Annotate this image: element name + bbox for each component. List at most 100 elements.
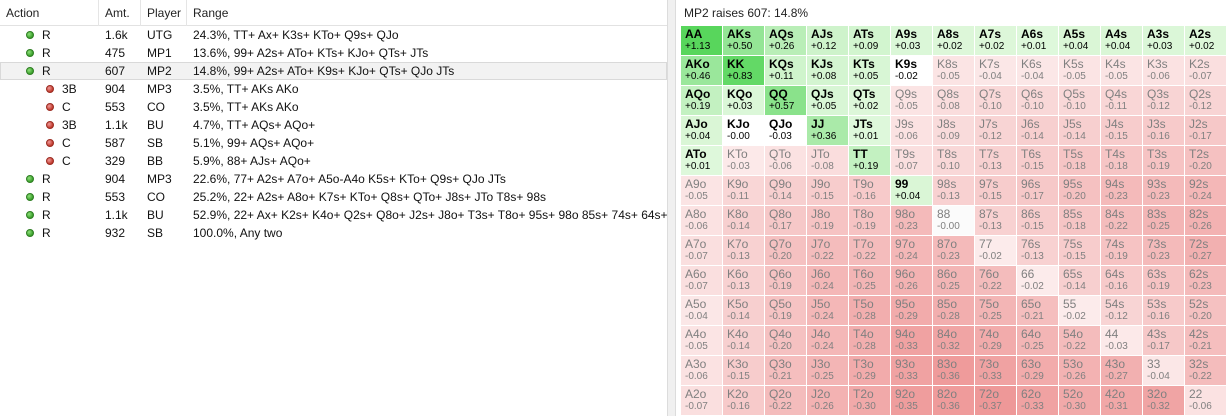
hand-cell[interactable]: T7s -0.13 [975, 146, 1017, 176]
hand-cell[interactable]: K4s -0.05 [1101, 56, 1143, 86]
hand-cell[interactable]: TT +0.19 [849, 146, 891, 176]
hand-cell[interactable]: Q8o -0.17 [765, 206, 807, 236]
hand-cell[interactable]: Q5o -0.19 [765, 296, 807, 326]
hand-cell[interactable]: KJo -0.00 [723, 116, 765, 146]
hand-cell[interactable]: T4o -0.28 [849, 326, 891, 356]
hand-cell[interactable]: QJs +0.05 [807, 86, 849, 116]
header-divider[interactable] [140, 0, 141, 26]
hand-cell[interactable]: K5o -0.14 [723, 296, 765, 326]
hand-cell[interactable]: T9o -0.16 [849, 176, 891, 206]
hand-cell[interactable]: Q4s -0.11 [1101, 86, 1143, 116]
hand-cell[interactable]: J9o -0.15 [807, 176, 849, 206]
hand-cell[interactable]: J4s -0.15 [1101, 116, 1143, 146]
hand-cell[interactable]: Q5s -0.10 [1059, 86, 1101, 116]
hand-cell[interactable]: Q7s -0.10 [975, 86, 1017, 116]
hand-cell[interactable]: 97s -0.15 [975, 176, 1017, 206]
hand-cell[interactable]: A8s +0.02 [933, 26, 975, 56]
hand-cell[interactable]: 43o -0.27 [1101, 356, 1143, 386]
hand-cell[interactable]: A9o -0.05 [681, 176, 723, 206]
hand-cell[interactable]: J3s -0.16 [1143, 116, 1185, 146]
hand-cell[interactable]: J5s -0.14 [1059, 116, 1101, 146]
hand-cell[interactable]: 53s -0.16 [1143, 296, 1185, 326]
hand-cell[interactable]: 53o -0.26 [1059, 356, 1101, 386]
hand-cell[interactable]: J4o -0.24 [807, 326, 849, 356]
hand-cell[interactable]: JTo -0.08 [807, 146, 849, 176]
table-row[interactable]: 3B 1.1k BU 4.7%, TT+ AQs+ AQo+ [0, 116, 667, 134]
hand-cell[interactable]: K6s -0.04 [1017, 56, 1059, 86]
hand-cell[interactable]: T3o -0.29 [849, 356, 891, 386]
hand-cell[interactable]: J7s -0.12 [975, 116, 1017, 146]
hand-cell[interactable]: 93s -0.23 [1143, 176, 1185, 206]
hand-cell[interactable]: J6o -0.24 [807, 266, 849, 296]
hand-cell[interactable]: 99 +0.04 [891, 176, 933, 206]
hand-cell[interactable]: K3o -0.15 [723, 356, 765, 386]
hand-cell[interactable]: 84o -0.32 [933, 326, 975, 356]
hand-cell[interactable]: QQ +0.57 [765, 86, 807, 116]
hand-cell[interactable]: 32s -0.22 [1185, 356, 1227, 386]
hand-cell[interactable]: 76s -0.13 [1017, 236, 1059, 266]
hand-cell[interactable]: JTs +0.01 [849, 116, 891, 146]
hand-cell[interactable]: 96o -0.26 [891, 266, 933, 296]
hand-cell[interactable]: J5o -0.24 [807, 296, 849, 326]
hand-cell[interactable]: 65s -0.14 [1059, 266, 1101, 296]
hand-cell[interactable]: 54o -0.22 [1059, 326, 1101, 356]
hand-cell[interactable]: T2o -0.30 [849, 386, 891, 416]
hand-cell[interactable]: 74o -0.29 [975, 326, 1017, 356]
hand-cell[interactable]: 86o -0.25 [933, 266, 975, 296]
hand-cell[interactable]: A6s +0.01 [1017, 26, 1059, 56]
hand-cell[interactable]: Q6o -0.19 [765, 266, 807, 296]
hand-cell[interactable]: 72o -0.37 [975, 386, 1017, 416]
hand-cell[interactable]: 88 -0.00 [933, 206, 975, 236]
hand-cell[interactable]: Q7o -0.20 [765, 236, 807, 266]
hand-cell[interactable]: J2o -0.26 [807, 386, 849, 416]
hand-cell[interactable]: 74s -0.19 [1101, 236, 1143, 266]
hand-cell[interactable]: 83s -0.25 [1143, 206, 1185, 236]
hand-cell[interactable]: KQs +0.11 [765, 56, 807, 86]
hand-cell[interactable]: AQs +0.26 [765, 26, 807, 56]
hand-cell[interactable]: T9s -0.07 [891, 146, 933, 176]
hand-cell[interactable]: Q9s -0.05 [891, 86, 933, 116]
table-row[interactable]: R 607 MP2 14.8%, 99+ A2s+ ATo+ K9s+ KJo+ QT… [0, 62, 667, 80]
hand-cell[interactable]: T7o -0.22 [849, 236, 891, 266]
table-row[interactable]: R 1.1k BU 52.9%, 22+ Ax+ K2s+ K4o+ Q2s+ Q8o… [0, 206, 667, 224]
table-row[interactable]: 3B 904 MP3 3.5%, TT+ AKs AKo [0, 80, 667, 98]
hand-cell[interactable]: 98o -0.23 [891, 206, 933, 236]
hand-cell[interactable]: 76o -0.22 [975, 266, 1017, 296]
hand-cell[interactable]: K3s -0.06 [1143, 56, 1185, 86]
hand-cell[interactable]: AQo +0.19 [681, 86, 723, 116]
hand-cell[interactable]: K7s -0.04 [975, 56, 1017, 86]
hand-cell[interactable]: 22 -0.06 [1185, 386, 1227, 416]
hand-cell[interactable]: Q3s -0.12 [1143, 86, 1185, 116]
hand-cell[interactable]: A6o -0.07 [681, 266, 723, 296]
hand-cell[interactable]: K6o -0.13 [723, 266, 765, 296]
hand-cell[interactable]: 65o -0.21 [1017, 296, 1059, 326]
hand-cell[interactable]: 83o -0.36 [933, 356, 975, 386]
hand-cell[interactable]: ATs +0.09 [849, 26, 891, 56]
hand-cell[interactable]: 64s -0.16 [1101, 266, 1143, 296]
hand-cell[interactable]: ATo +0.01 [681, 146, 723, 176]
hand-cell[interactable]: K9s -0.02 [891, 56, 933, 86]
hand-cell[interactable]: T8s -0.10 [933, 146, 975, 176]
hand-cell[interactable]: K2o -0.16 [723, 386, 765, 416]
table-row[interactable]: R 904 MP3 22.6%, 77+ A2s+ A7o+ A5o-A4o K5s+… [0, 170, 667, 188]
hand-cell[interactable]: JJ +0.36 [807, 116, 849, 146]
hand-cell[interactable]: QTs +0.02 [849, 86, 891, 116]
hand-cell[interactable]: A3o -0.06 [681, 356, 723, 386]
hand-cell[interactable]: 82s -0.26 [1185, 206, 1227, 236]
hand-cell[interactable]: 98s -0.13 [933, 176, 975, 206]
hand-cell[interactable]: K9o -0.11 [723, 176, 765, 206]
hand-cell[interactable]: 77 -0.02 [975, 236, 1017, 266]
hand-cell[interactable]: 75s -0.15 [1059, 236, 1101, 266]
header-range[interactable]: Range [193, 6, 228, 20]
hand-cell[interactable]: KQo +0.03 [723, 86, 765, 116]
header-amt[interactable]: Amt. [105, 6, 130, 20]
hand-cell[interactable]: AA +1.13 [681, 26, 723, 56]
hand-cell[interactable]: Q8s -0.08 [933, 86, 975, 116]
hand-cell[interactable]: K8s -0.05 [933, 56, 975, 86]
hand-cell[interactable]: KJs +0.08 [807, 56, 849, 86]
hand-cell[interactable]: 62s -0.23 [1185, 266, 1227, 296]
hand-cell[interactable]: A7s +0.02 [975, 26, 1017, 56]
hand-cell[interactable]: A4s +0.04 [1101, 26, 1143, 56]
hand-cell[interactable]: 84s -0.22 [1101, 206, 1143, 236]
hand-cell[interactable]: Q4o -0.20 [765, 326, 807, 356]
